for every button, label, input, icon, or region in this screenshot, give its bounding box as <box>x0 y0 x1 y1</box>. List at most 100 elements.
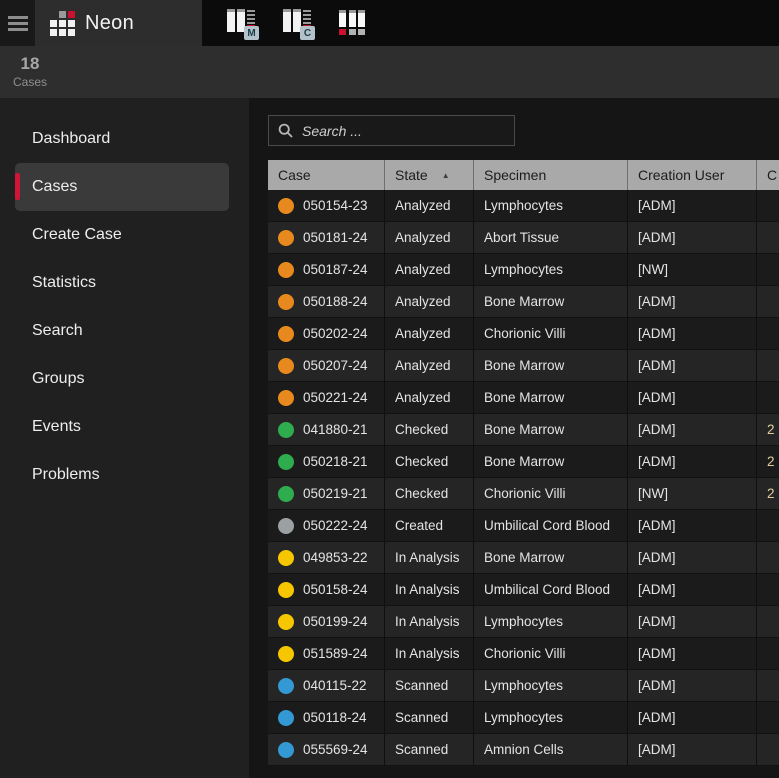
status-dot-icon <box>278 582 294 598</box>
sidebar-nav: Dashboard Cases Create Case Statistics S… <box>0 98 249 778</box>
table-row[interactable]: 055569-24 Scanned Amnion Cells [ADM] <box>268 734 779 766</box>
status-dot-icon <box>278 198 294 214</box>
top-bar: Neon M C <box>0 0 779 46</box>
case-table: Case State▲ Specimen Creation User C 050… <box>268 160 779 766</box>
table-row[interactable]: 050188-24 Analyzed Bone Marrow [ADM] <box>268 286 779 318</box>
cell-specimen: Lymphocytes <box>484 614 563 629</box>
cell-state: Created <box>395 518 443 533</box>
cell-case-id: 050154-23 <box>303 198 368 213</box>
table-row[interactable]: 041880-21 Checked Bone Marrow [ADM] 2 <box>268 414 779 446</box>
hamburger-icon <box>8 16 28 31</box>
column-header-clipped[interactable]: C <box>757 160 779 190</box>
app-tab-neon[interactable]: Neon <box>35 0 202 46</box>
cell-creation-user: [ADM] <box>638 326 676 341</box>
cell-case-id: 050207-24 <box>303 358 368 373</box>
column-header-creation-user[interactable]: Creation User <box>628 160 757 190</box>
cell-clipped-date: 2 <box>767 454 775 469</box>
sidebar-item-cases[interactable]: Cases <box>15 163 229 211</box>
table-row[interactable]: 050202-24 Analyzed Chorionic Villi [ADM] <box>268 318 779 350</box>
sidebar-item-groups[interactable]: Groups <box>15 355 229 403</box>
table-row[interactable]: 050154-23 Analyzed Lymphocytes [ADM] <box>268 190 779 222</box>
cell-specimen: Bone Marrow <box>484 422 564 437</box>
sidebar-item-problems[interactable]: Problems <box>15 451 229 499</box>
column-header-case[interactable]: Case <box>268 160 385 190</box>
cell-specimen: Lymphocytes <box>484 262 563 277</box>
status-dot-icon <box>278 294 294 310</box>
status-dot-icon <box>278 230 294 246</box>
case-count-value: 18 <box>8 53 52 75</box>
cell-case-id: 050218-21 <box>303 454 368 469</box>
sidebar-item-search[interactable]: Search <box>15 307 229 355</box>
search-icon <box>278 123 293 138</box>
grid-module-m-icon[interactable]: M <box>227 9 261 40</box>
cell-state: Analyzed <box>395 230 451 245</box>
cell-clipped-date: 2 <box>767 422 775 437</box>
cell-state: Checked <box>395 454 448 469</box>
cell-case-id: 050188-24 <box>303 294 368 309</box>
hamburger-menu-button[interactable] <box>0 0 35 46</box>
table-row[interactable]: 050187-24 Analyzed Lymphocytes [NW] <box>268 254 779 286</box>
cell-case-id: 050187-24 <box>303 262 368 277</box>
cell-state: Analyzed <box>395 198 451 213</box>
cell-case-id: 050221-24 <box>303 390 368 405</box>
cell-state: Checked <box>395 486 448 501</box>
status-dot-icon <box>278 518 294 534</box>
cell-state: Scanned <box>395 710 448 725</box>
case-count: 18 Cases <box>8 53 52 89</box>
status-dot-icon <box>278 326 294 342</box>
cell-creation-user: [ADM] <box>638 742 676 757</box>
table-row[interactable]: 050221-24 Analyzed Bone Marrow [ADM] <box>268 382 779 414</box>
table-row[interactable]: 050222-24 Created Umbilical Cord Blood [… <box>268 510 779 542</box>
table-row[interactable]: 050219-21 Checked Chorionic Villi [NW] 2 <box>268 478 779 510</box>
case-table-body: 050154-23 Analyzed Lymphocytes [ADM] 050… <box>268 190 779 766</box>
table-row[interactable]: 050218-21 Checked Bone Marrow [ADM] 2 <box>268 446 779 478</box>
cell-state: In Analysis <box>395 582 460 597</box>
cell-specimen: Lymphocytes <box>484 198 563 213</box>
cell-case-id: 049853-22 <box>303 550 368 565</box>
table-row[interactable]: 050158-24 In Analysis Umbilical Cord Blo… <box>268 574 779 606</box>
cell-clipped-date: 2 <box>767 486 775 501</box>
grid-module-plain-icon[interactable] <box>339 10 365 35</box>
table-row[interactable]: 040115-22 Scanned Lymphocytes [ADM] <box>268 670 779 702</box>
column-header-state[interactable]: State▲ <box>385 160 474 190</box>
cell-state: Analyzed <box>395 326 451 341</box>
cell-specimen: Bone Marrow <box>484 390 564 405</box>
cell-case-id: 055569-24 <box>303 742 368 757</box>
sidebar-item-create-case[interactable]: Create Case <box>15 211 229 259</box>
column-header-specimen[interactable]: Specimen <box>474 160 628 190</box>
cell-specimen: Amnion Cells <box>484 742 564 757</box>
cell-creation-user: [ADM] <box>638 294 676 309</box>
cell-specimen: Abort Tissue <box>484 230 559 245</box>
cell-state: In Analysis <box>395 646 460 661</box>
sidebar-item-label: Search <box>15 322 83 340</box>
cell-case-id: 051589-24 <box>303 646 368 661</box>
sidebar-item-events[interactable]: Events <box>15 403 229 451</box>
cell-case-id: 050202-24 <box>303 326 368 341</box>
table-row[interactable]: 050118-24 Scanned Lymphocytes [ADM] <box>268 702 779 734</box>
cell-specimen: Umbilical Cord Blood <box>484 582 610 597</box>
case-count-label: Cases <box>8 75 52 89</box>
table-row[interactable]: 051589-24 In Analysis Chorionic Villi [A… <box>268 638 779 670</box>
cell-creation-user: [ADM] <box>638 518 676 533</box>
table-row[interactable]: 050199-24 In Analysis Lymphocytes [ADM] <box>268 606 779 638</box>
sidebar-item-dashboard[interactable]: Dashboard <box>15 115 229 163</box>
grid-module-c-icon[interactable]: C <box>283 9 317 40</box>
cell-specimen: Chorionic Villi <box>484 646 566 661</box>
table-row[interactable]: 050207-24 Analyzed Bone Marrow [ADM] <box>268 350 779 382</box>
cell-case-id: 050219-21 <box>303 486 368 501</box>
cell-creation-user: [ADM] <box>638 230 676 245</box>
cell-state: Analyzed <box>395 294 451 309</box>
cell-creation-user: [ADM] <box>638 390 676 405</box>
search-input[interactable] <box>302 123 505 139</box>
table-row[interactable]: 050181-24 Analyzed Abort Tissue [ADM] <box>268 222 779 254</box>
status-dot-icon <box>278 678 294 694</box>
cell-specimen: Lymphocytes <box>484 678 563 693</box>
sidebar-item-label: Cases <box>15 178 77 196</box>
sidebar-item-label: Groups <box>15 370 84 388</box>
cell-creation-user: [ADM] <box>638 614 676 629</box>
table-row[interactable]: 049853-22 In Analysis Bone Marrow [ADM] <box>268 542 779 574</box>
sidebar-item-statistics[interactable]: Statistics <box>15 259 229 307</box>
module-badge-m: M <box>244 26 259 40</box>
sidebar-item-label: Dashboard <box>15 130 110 148</box>
status-dot-icon <box>278 710 294 726</box>
